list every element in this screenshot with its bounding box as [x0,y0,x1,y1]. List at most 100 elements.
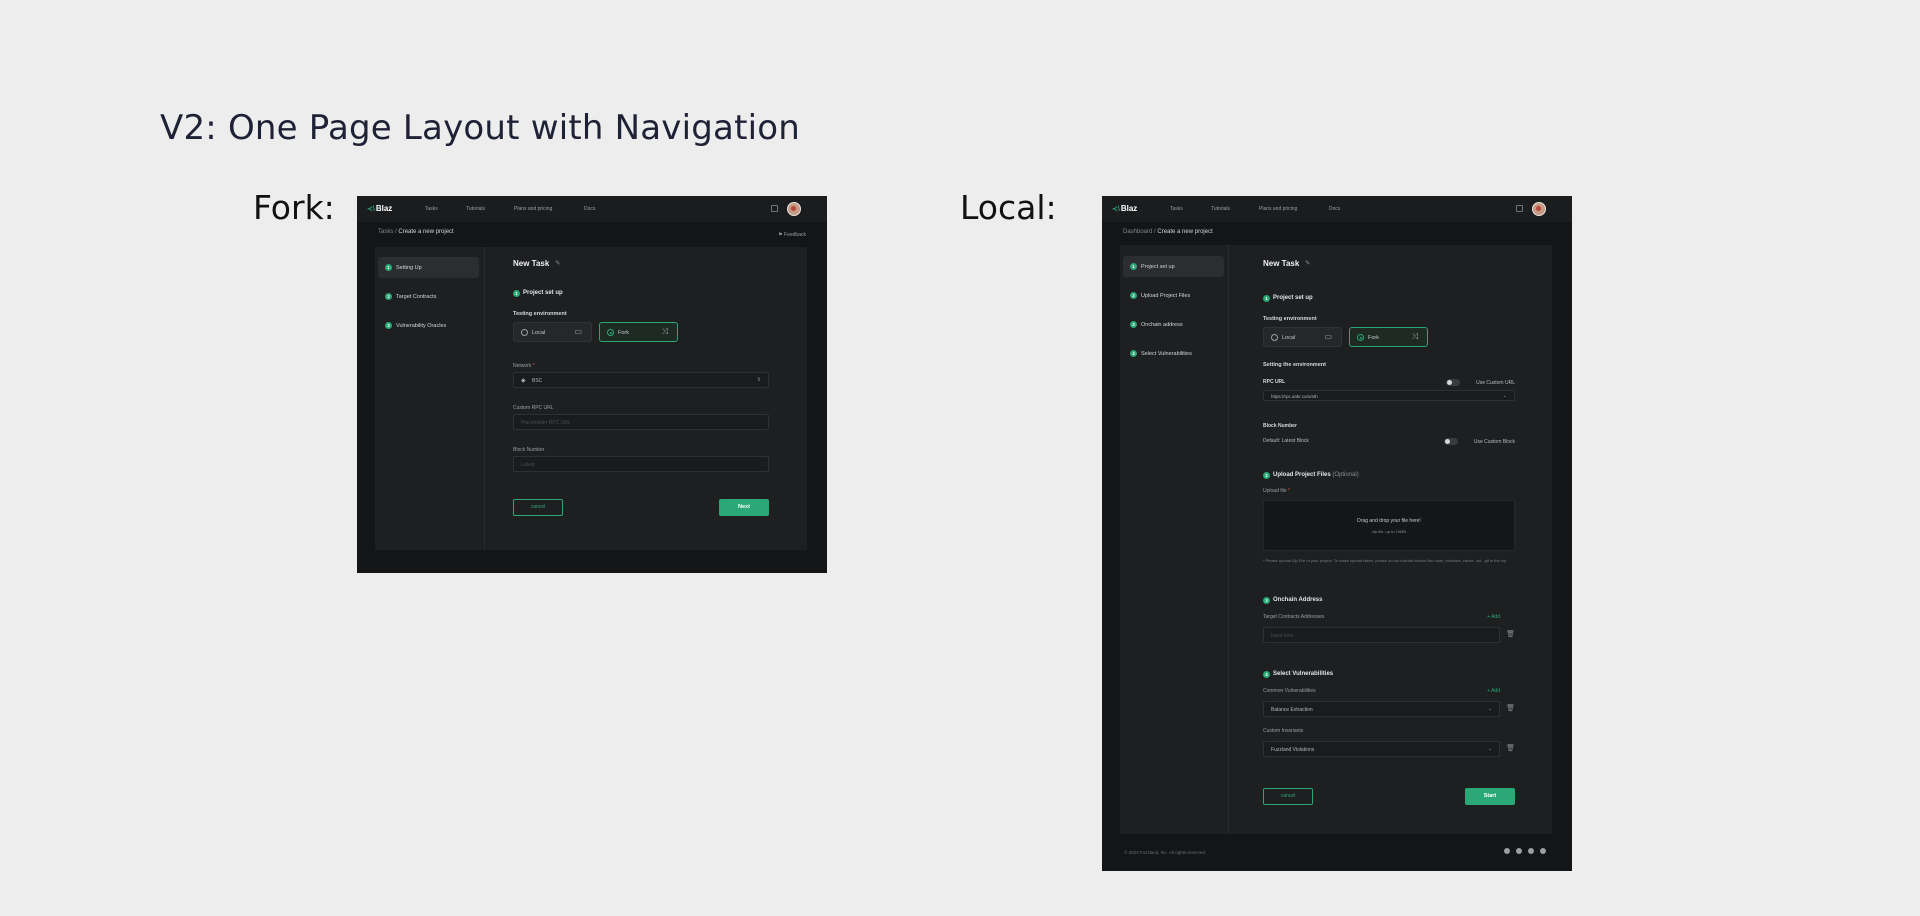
rpc-url-select[interactable]: https://rpc.ankr.com/eth ⌄ [1263,390,1515,401]
nav-tasks[interactable]: Tasks [425,206,438,212]
target-contracts-label: Target Contracts Addresses [1263,614,1325,620]
env-option-fork[interactable]: Fork ⤨ [599,322,678,342]
task-title: New Task [513,259,550,268]
target-address-input[interactable]: Input here [1263,627,1500,643]
chevron-updown-icon: ⇕ [756,377,761,383]
block-number-input[interactable]: Latest [513,456,769,472]
section-number: 3 [1263,597,1270,604]
nav-tasks[interactable]: Tasks [1170,206,1183,212]
main-panel: 1 Setting Up 2 Target Contracts 3 Vulner… [375,247,807,550]
sidebar-item-setting-up[interactable]: 1 Setting Up [378,257,479,278]
start-button[interactable]: Start [1465,788,1515,805]
network-label-text: Network [513,363,532,369]
radio-local[interactable] [521,329,528,336]
form-content: New Task ✎ 1 Project set up Testing envi… [1263,245,1515,834]
trash-icon[interactable]: 🗑 [1506,744,1515,752]
sidebar-item-onchain-address[interactable]: 3 Onchain address [1123,314,1224,335]
add-vuln-link[interactable]: + Add [1487,688,1500,694]
env-option-fork[interactable]: Fork ⤨ [1349,327,1428,347]
rpc-url-label: RPC URL [1263,379,1286,385]
discord-icon[interactable] [1516,848,1522,854]
fork-frame-label: Fork: [253,188,335,227]
add-target-link[interactable]: + Add [1487,614,1500,620]
trash-icon[interactable]: 🗑 [1506,704,1515,712]
feedback-button[interactable]: ⚑ Feedback [778,232,806,238]
env-option-label: Local [532,330,546,336]
network-label: Network * [513,363,535,369]
step-number: 4 [1130,350,1137,357]
sidebar-item-target-contracts[interactable]: 2 Target Contracts [378,286,479,307]
task-title: New Task [1263,259,1300,268]
breadcrumb: Dashboard / Create a new project [1123,229,1213,235]
section-title-project-setup: Project set up [523,290,563,296]
logo[interactable]: ≺\Blaz [1112,204,1137,213]
env-option-label: Fork [618,330,629,336]
cancel-button[interactable]: cancel [513,499,563,516]
radio-fork[interactable] [1357,334,1364,341]
github-icon[interactable] [1504,848,1510,854]
sidebar-item-select-vulnerabilities[interactable]: 4 Select Vulnerabilities [1123,343,1224,364]
sidebar-item-vulnerability-oracles[interactable]: 3 Vulnerability Oracles [378,315,479,336]
common-vuln-select[interactable]: Balance Extraction ⌄ [1263,701,1500,717]
upload-note: * Please upload Zip File of your project… [1263,558,1508,563]
common-vuln-label: Common Vulnerabilities [1263,688,1316,694]
custom-rpc-input[interactable]: Placeholder RPC URL [513,414,769,430]
sidebar-item-upload-files[interactable]: 2 Upload Project Files [1123,285,1224,306]
sidebar-item-label: Upload Project Files [1141,293,1191,299]
edit-icon[interactable]: ✎ [1305,259,1312,267]
notification-icon[interactable] [1516,205,1523,212]
section-number: 1 [513,290,520,297]
step-number: 1 [1130,263,1137,270]
upload-file-label-text: Upload file [1263,488,1287,494]
block-number-label: Block Number [513,447,545,453]
form-content: New Task ✎ 1 Project set up Testing envi… [513,247,769,550]
breadcrumb: Tasks / Create a new project [378,229,454,235]
custom-block-toggle[interactable] [1444,438,1458,445]
radio-local[interactable] [1271,334,1278,341]
sidebar-item-project-setup[interactable]: 1 Project set up [1123,256,1224,277]
radio-fork[interactable] [607,329,614,336]
avatar[interactable] [1532,202,1546,216]
step-sidebar: 1 Project set up 2 Upload Project Files … [1120,245,1229,834]
next-button[interactable]: Next [719,499,769,516]
nav-tutorials[interactable]: Tutorials [466,206,485,212]
twitter-icon[interactable] [1528,848,1534,854]
network-value: BSC [532,378,543,384]
chevron-down-icon: ⌄ [1487,706,1492,712]
avatar[interactable] [787,202,801,216]
nav-docs[interactable]: Docs [1329,206,1340,212]
edit-icon[interactable]: ✎ [555,259,562,267]
env-option-local[interactable]: Local ▭ [513,322,592,342]
nav-plans-pricing[interactable]: Plans and pricing [1259,206,1297,212]
dropzone-sub-text: zip file, up to 10MB [1371,529,1407,534]
section-number: 4 [1263,671,1270,678]
rpc-url-value: https://rpc.ankr.com/eth [1271,394,1318,399]
logo-mark-icon: ≺\ [367,206,375,213]
nav-plans-pricing[interactable]: Plans and pricing [514,206,552,212]
sidebar-item-label: Target Contracts [396,294,437,300]
env-option-local[interactable]: Local ▭ [1263,327,1342,347]
nav-tutorials[interactable]: Tutorials [1211,206,1230,212]
notification-icon[interactable] [771,205,778,212]
logo-mark-icon: ≺\ [1112,206,1120,213]
logo[interactable]: ≺\Blaz [367,204,392,213]
website-icon[interactable] [1540,848,1546,854]
file-dropzone[interactable]: Drag and drop your file here! zip file, … [1263,500,1515,551]
testing-env-label: Testing environment [513,311,567,317]
nav-docs[interactable]: Docs [584,206,595,212]
breadcrumb-parent[interactable]: Dashboard [1123,229,1152,235]
custom-url-toggle-label: Use Custom URL [1476,380,1515,386]
sidebar-item-label: Vulnerability Oracles [396,323,447,329]
local-frame-label: Local: [960,188,1057,227]
step-sidebar: 1 Setting Up 2 Target Contracts 3 Vulner… [375,247,485,550]
block-number-placeholder: Latest [521,462,535,468]
breadcrumb-current: Create a new project [398,229,454,235]
breadcrumb-parent[interactable]: Tasks [378,229,393,235]
custom-url-toggle[interactable] [1446,379,1460,386]
top-navbar: ≺\Blaz Tasks Tutorials Plans and pricing… [1102,196,1572,222]
network-select[interactable]: ◈ BSC ⇕ [513,372,769,388]
custom-rpc-placeholder: Placeholder RPC URL [521,420,571,426]
custom-invariants-select[interactable]: Fuzzland Violations ⌄ [1263,741,1500,757]
cancel-button[interactable]: cancel [1263,788,1313,805]
trash-icon[interactable]: 🗑 [1506,630,1515,638]
